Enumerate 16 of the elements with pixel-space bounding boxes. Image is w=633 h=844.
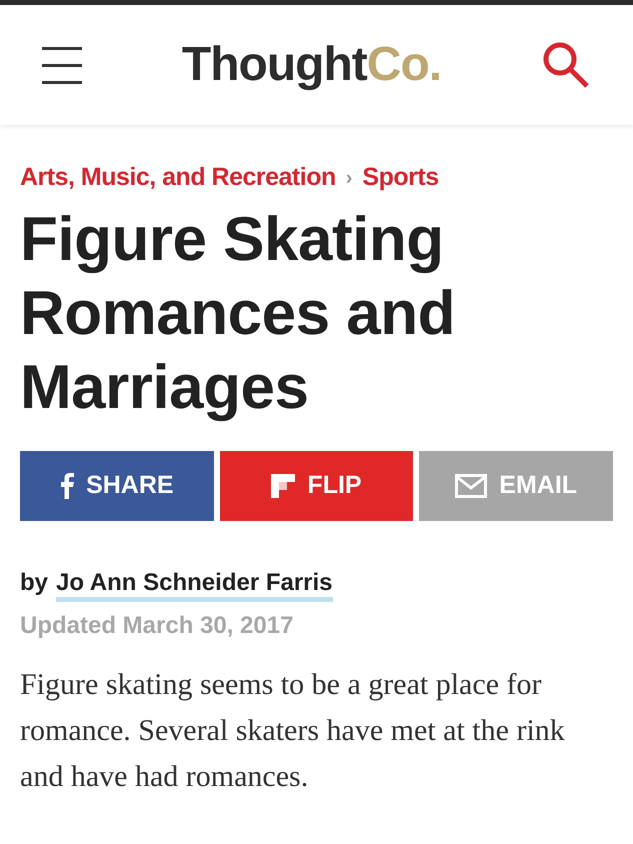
breadcrumb-link[interactable]: Sports: [362, 159, 439, 196]
byline-prefix: by: [20, 568, 48, 598]
menu-icon[interactable]: [42, 46, 82, 84]
breadcrumb-link[interactable]: Arts, Music, and Recreation: [20, 159, 336, 196]
updated-date: Updated March 30, 2017: [20, 610, 294, 640]
author-link[interactable]: Jo Ann Schneider Farris: [56, 568, 333, 602]
search-icon[interactable]: [540, 40, 591, 90]
flipboard-icon: [271, 474, 296, 498]
envelope-icon: [455, 474, 488, 498]
share-button[interactable]: FLIP: [220, 450, 414, 520]
facebook-icon: [60, 472, 74, 498]
breadcrumb-separator: ›: [346, 166, 352, 191]
article-paragraph: Figure skating seems to be a great place for romance. Several skaters have met at the rink and have had romances.: [20, 666, 566, 794]
share-button[interactable]: SHARE: [20, 450, 214, 520]
article-title: Figure Skating Romances and Marriages: [20, 204, 456, 424]
site-logo[interactable]: ThoughtCo.: [182, 29, 442, 101]
